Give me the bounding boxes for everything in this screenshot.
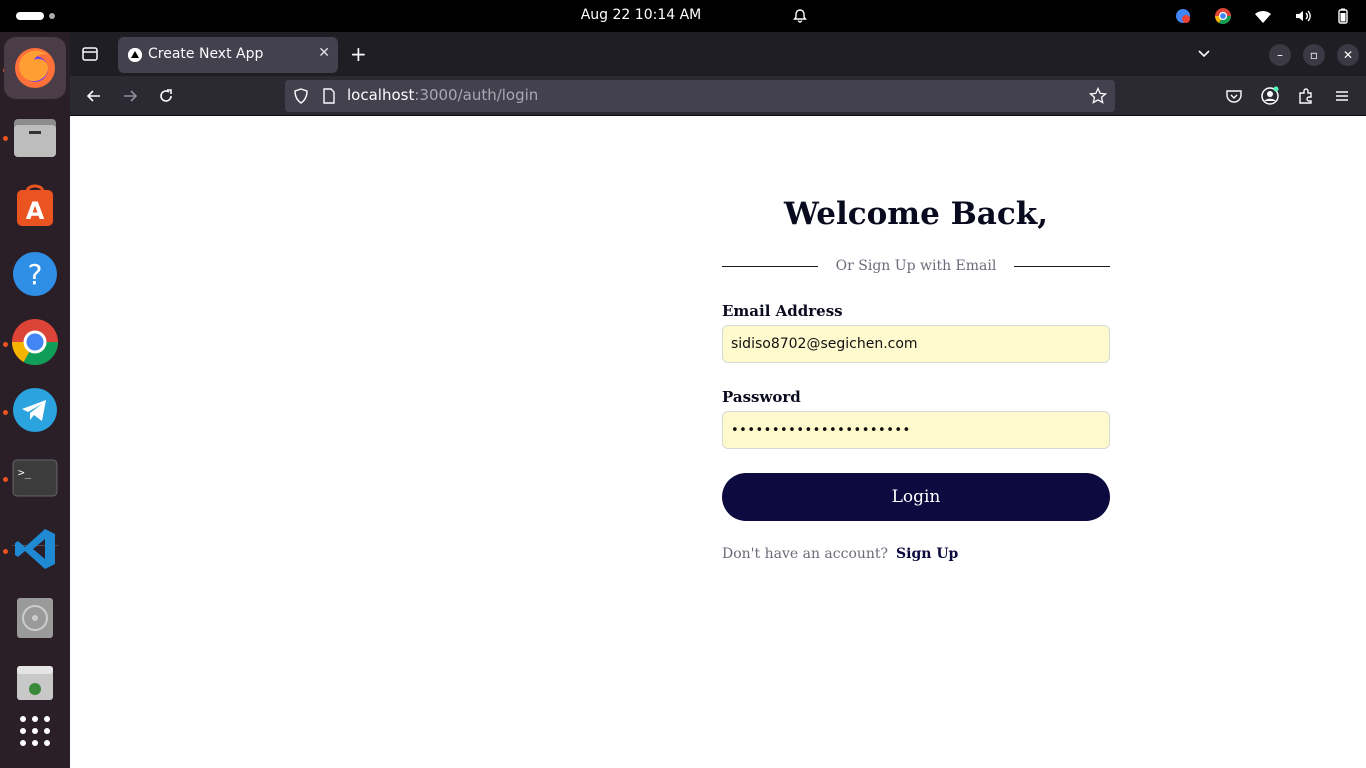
forward-arrow-icon[interactable]	[118, 84, 142, 108]
or-divider: Or Sign Up with Email	[722, 257, 1110, 277]
maximize-button[interactable]: ▫	[1303, 44, 1325, 66]
password-label: Password	[722, 388, 801, 406]
telegram-icon[interactable]	[11, 386, 59, 434]
nextjs-favicon-icon	[128, 48, 142, 62]
chrome-tray-icon[interactable]	[1214, 7, 1232, 25]
tab-title: Create Next App	[148, 46, 264, 62]
bookmark-star-icon[interactable]	[1088, 86, 1108, 109]
battery-icon[interactable]	[1334, 7, 1352, 25]
system-clock[interactable]: Aug 22 10:14 AM	[0, 7, 1366, 23]
signup-prompt: Don't have an account? Sign Up	[722, 546, 958, 562]
running-indicator	[3, 477, 8, 482]
firefox-icon[interactable]	[4, 37, 66, 99]
help-icon[interactable]: ?	[11, 250, 59, 298]
close-window-button[interactable]: ✕	[1337, 44, 1359, 66]
address-bar[interactable]: localhost:3000/auth/login	[285, 80, 1115, 112]
tab-close-icon[interactable]: ✕	[318, 45, 330, 61]
new-tab-button[interactable]: +	[350, 42, 367, 66]
wifi-icon[interactable]	[1254, 7, 1272, 25]
svg-text:?: ?	[28, 258, 43, 291]
terminal-icon[interactable]: >_	[11, 454, 59, 502]
tab-create-next-app[interactable]: Create Next App ✕	[118, 37, 338, 73]
ubuntu-dock: A ? >_	[0, 32, 70, 768]
pocket-icon[interactable]	[1222, 84, 1246, 108]
login-button[interactable]: Login	[722, 473, 1110, 521]
no-account-text: Don't have an account?	[722, 546, 889, 562]
running-indicator	[3, 342, 8, 347]
tracking-protection-shield-icon[interactable]	[293, 88, 309, 108]
page-title: Welcome Back,	[783, 196, 1049, 232]
running-indicator	[3, 136, 8, 141]
system-top-bar: Aug 22 10:14 AM	[0, 0, 1366, 32]
browser-nav-bar: localhost:3000/auth/login	[70, 76, 1366, 116]
system-tray	[1174, 7, 1352, 25]
running-indicator	[3, 549, 8, 554]
url-text: localhost:3000/auth/login	[347, 86, 538, 104]
url-host: localhost	[347, 86, 415, 104]
list-all-tabs-chevron-down-icon[interactable]	[1196, 45, 1212, 65]
tab-overview-icon[interactable]	[78, 42, 102, 66]
chrome-update-icon[interactable]	[1174, 7, 1192, 25]
files-icon[interactable]	[11, 114, 59, 162]
hamburger-menu-icon[interactable]	[1330, 84, 1354, 108]
chrome-icon[interactable]	[11, 318, 59, 366]
vscode-icon[interactable]	[11, 525, 59, 573]
disc-icon[interactable]	[11, 594, 59, 642]
page-viewport: Welcome Back, Or Sign Up with Email Emai…	[70, 117, 1366, 768]
account-icon[interactable]	[1258, 84, 1282, 108]
svg-text:A: A	[26, 197, 45, 225]
notification-bell-icon[interactable]	[792, 8, 808, 24]
divider-line-right	[1014, 266, 1110, 267]
volume-icon[interactable]	[1294, 7, 1312, 25]
browser-tab-bar: Create Next App ✕ + – ▫ ✕	[70, 32, 1366, 76]
trash-icon[interactable]	[11, 659, 59, 707]
running-indicator	[3, 410, 8, 415]
url-path: :3000/auth/login	[414, 86, 539, 104]
reload-icon[interactable]	[154, 84, 178, 108]
back-arrow-icon[interactable]	[82, 84, 106, 108]
password-field[interactable]	[722, 411, 1110, 449]
minimize-button[interactable]: –	[1269, 44, 1291, 66]
svg-text:>_: >_	[18, 466, 32, 479]
extensions-puzzle-icon[interactable]	[1294, 84, 1318, 108]
app-center-icon[interactable]: A	[11, 182, 59, 230]
email-label: Email Address	[722, 302, 843, 320]
app-grid-icon[interactable]	[11, 707, 59, 755]
email-field[interactable]	[722, 325, 1110, 363]
sign-up-link[interactable]: Sign Up	[896, 546, 958, 562]
page-info-icon[interactable]	[321, 88, 337, 108]
